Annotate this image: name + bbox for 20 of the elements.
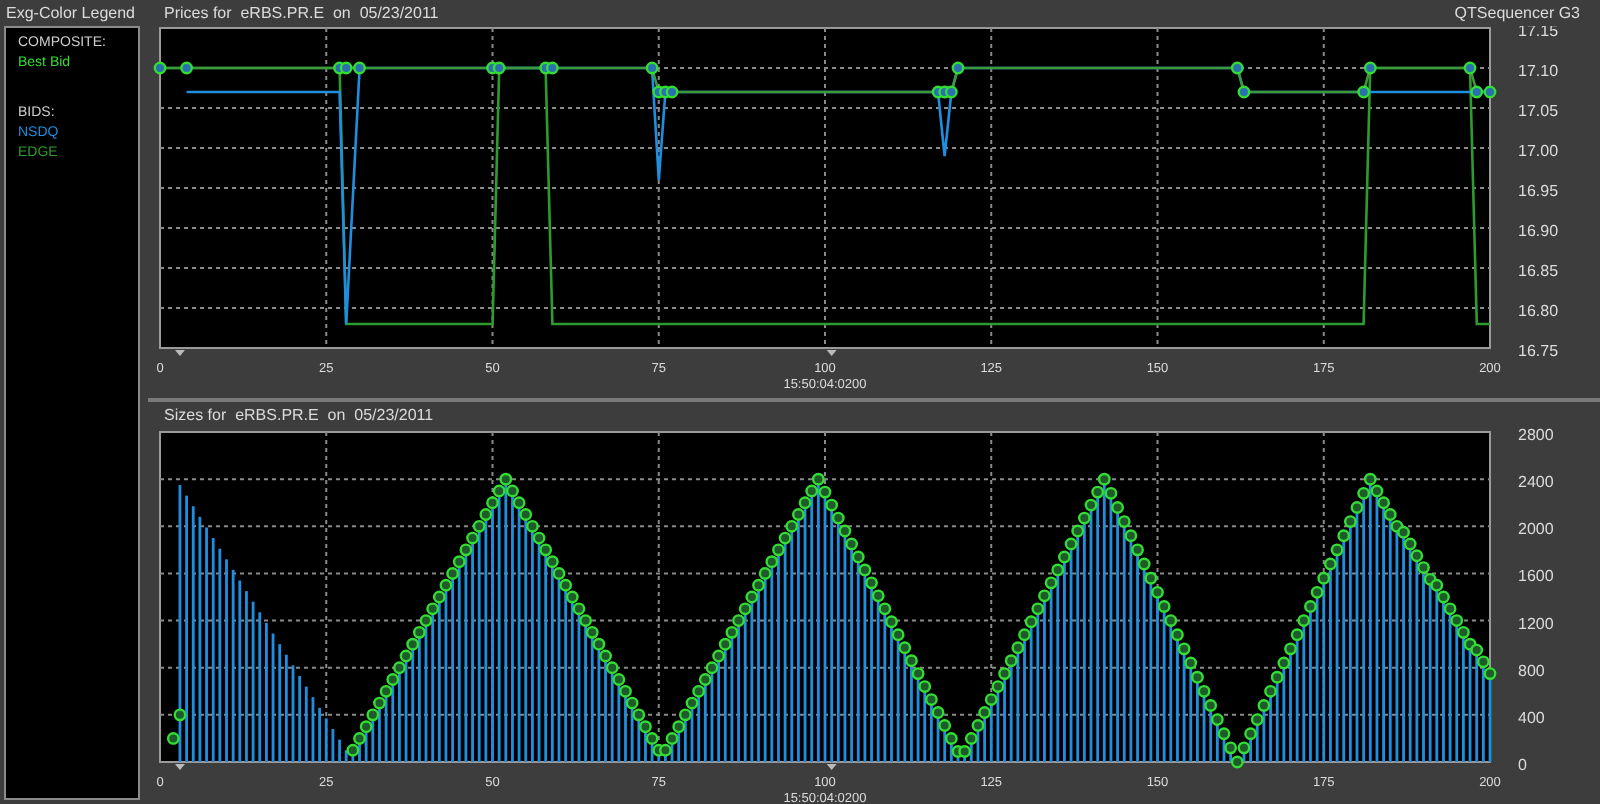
y-tick-label: 16.80 <box>1518 302 1559 320</box>
chart-title: Prices for eRBS.PR.E on 05/23/2011 <box>162 4 439 22</box>
legend-title: Exg-Color Legend <box>4 2 137 26</box>
y-tick-label: 17.00 <box>1518 142 1559 160</box>
y-tick-label: 17.10 <box>1518 62 1559 80</box>
y-tick-label: 1600 <box>1518 567 1554 586</box>
app-label: QTSequencer G3 <box>1454 4 1580 22</box>
y-tick-label: 16.90 <box>1518 222 1559 240</box>
y-tick-label: 800 <box>1518 661 1545 680</box>
y-tick-label: 16.75 <box>1518 342 1559 360</box>
y-tick-label: 1200 <box>1518 614 1554 633</box>
y-tick-label: 17.05 <box>1518 102 1559 120</box>
y-tick-label: 16.85 <box>1518 262 1559 280</box>
y-tick-label: 2800 <box>1518 428 1554 444</box>
y-tick-label: 2400 <box>1518 473 1554 492</box>
y-tick-label: 400 <box>1518 708 1545 727</box>
chart-title: Sizes for eRBS.PR.E on 05/23/2011 <box>162 406 434 424</box>
y-tick-label: 0 <box>1518 756 1527 774</box>
y-tick-label: 16.95 <box>1518 182 1559 200</box>
y-tick-label: 2000 <box>1518 520 1554 539</box>
